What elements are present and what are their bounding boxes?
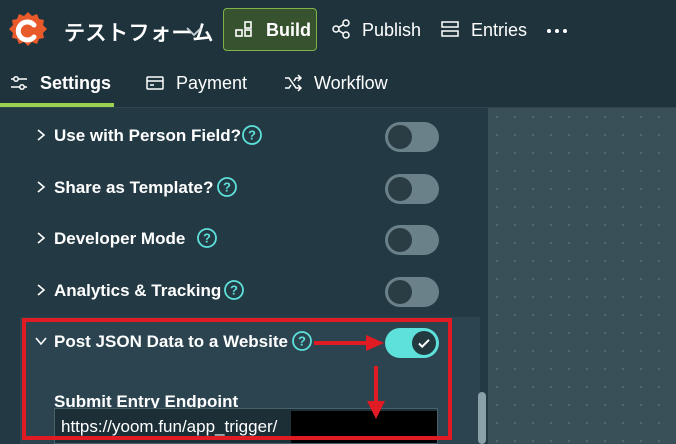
blocks-icon — [235, 21, 252, 37]
build-button[interactable]: Build — [223, 8, 317, 51]
toggle-knob — [388, 228, 412, 252]
help-icon[interactable]: ? — [241, 124, 263, 146]
publish-label: Publish — [362, 20, 422, 40]
sliders-icon — [11, 76, 27, 90]
setting-label: Share as Template? — [54, 178, 214, 197]
setting-row-person-field[interactable]: Use with Person Field? ? — [0, 110, 480, 162]
chevron-right-icon[interactable] — [34, 180, 48, 194]
more-options-icon[interactable] — [546, 28, 568, 34]
card-icon — [146, 76, 164, 90]
toggle-knob — [388, 125, 412, 149]
chevron-right-icon[interactable] — [34, 283, 48, 297]
share-template-toggle[interactable] — [385, 174, 439, 204]
tab-settings-label: Settings — [40, 73, 112, 93]
build-label: Build — [266, 20, 311, 40]
chevron-right-icon[interactable] — [34, 128, 48, 142]
help-icon[interactable]: ? — [223, 279, 245, 301]
person-field-toggle[interactable] — [385, 122, 439, 152]
svg-text:?: ? — [203, 231, 211, 246]
settings-tab-bar: Settings Payment Workflow — [0, 62, 676, 108]
shuffle-icon — [285, 74, 303, 92]
svg-text:?: ? — [230, 283, 238, 298]
setting-row-share-template[interactable]: Share as Template? ? — [0, 162, 480, 214]
tab-payment-label: Payment — [176, 73, 248, 93]
setting-row-analytics[interactable]: Analytics & Tracking ? — [0, 265, 480, 317]
setting-row-developer-mode[interactable]: Developer Mode ? — [0, 213, 480, 265]
annotation-highlight-box — [22, 318, 452, 440]
setting-label: Analytics & Tracking — [54, 281, 222, 300]
top-bar: テストフォーム Build Publish Entries — [0, 0, 676, 62]
panel-scrollbar[interactable] — [478, 392, 486, 444]
setting-label: Developer Mode — [54, 229, 186, 248]
setting-label: Use with Person Field? — [54, 126, 242, 145]
developer-mode-toggle[interactable] — [385, 225, 439, 255]
analytics-toggle[interactable] — [385, 277, 439, 307]
help-icon[interactable]: ? — [216, 176, 238, 198]
app-logo-icon[interactable] — [9, 11, 47, 51]
toggle-knob — [388, 280, 412, 304]
toggle-knob — [388, 177, 412, 201]
help-icon[interactable]: ? — [196, 227, 218, 249]
entries-label: Entries — [471, 20, 528, 40]
form-canvas[interactable] — [488, 108, 676, 444]
chevron-right-icon[interactable] — [34, 231, 48, 245]
share-icon — [332, 19, 350, 39]
chevron-down-icon[interactable] — [183, 20, 205, 42]
tab-workflow-label: Workflow — [314, 73, 388, 93]
active-tab-indicator — [0, 103, 114, 107]
svg-text:?: ? — [223, 180, 231, 195]
list-icon — [441, 21, 459, 37]
svg-text:?: ? — [248, 128, 256, 143]
